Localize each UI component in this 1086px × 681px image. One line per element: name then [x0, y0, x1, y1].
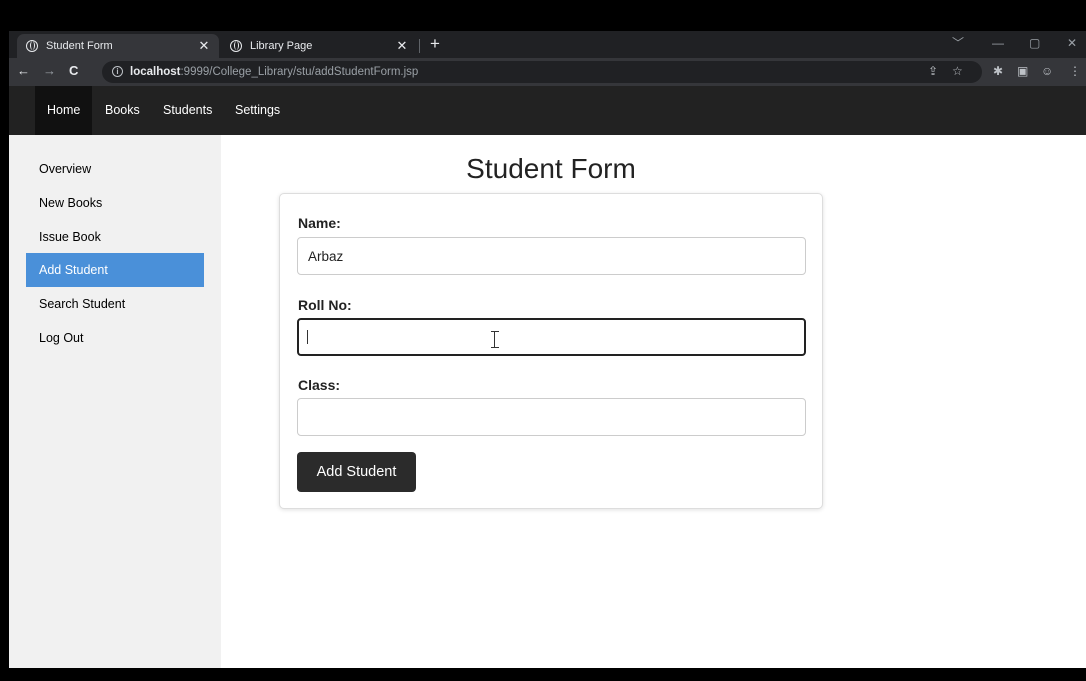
forward-arrow-icon[interactable]: →	[43, 63, 56, 79]
tab-student-form[interactable]: Student Form ✕	[17, 34, 219, 58]
globe-icon	[26, 40, 38, 52]
minimize-icon[interactable]: —	[992, 35, 1004, 51]
sidebar-item-log-out[interactable]: Log Out	[26, 321, 204, 355]
tab-strip: Student Form ✕ Library Page ✕ + ﹀ — ▢ ✕	[9, 31, 1086, 58]
add-student-button[interactable]: Add Student	[297, 452, 416, 492]
roll-no-label: Roll No:	[298, 297, 352, 313]
tab-library-page[interactable]: Library Page ✕	[221, 34, 417, 58]
new-tab-button[interactable]: +	[430, 34, 440, 54]
sidebar-item-overview[interactable]: Overview	[26, 152, 204, 186]
url-text[interactable]: localhost:9999/College_Library/stu/addSt…	[130, 65, 418, 79]
class-input[interactable]	[297, 398, 806, 436]
back-arrow-icon[interactable]: ←	[17, 63, 30, 79]
sidebar-item-issue-book[interactable]: Issue Book	[26, 220, 204, 254]
close-icon[interactable]: ✕	[197, 38, 211, 54]
side-panel-icon[interactable]: ▣	[1017, 64, 1028, 78]
class-label: Class:	[298, 377, 341, 393]
tab-separator	[419, 39, 420, 53]
tab-label: Student Form	[46, 40, 113, 52]
browser-window: Student Form ✕ Library Page ✕ + ﹀ — ▢ ✕ …	[9, 31, 1086, 668]
url-host: localhost	[130, 66, 181, 78]
close-icon[interactable]: ✕	[395, 38, 409, 54]
address-bar[interactable]: i localhost:9999/College_Library/stu/add…	[102, 61, 982, 83]
restore-icon[interactable]: ▢	[1029, 35, 1040, 51]
nav-settings[interactable]: Settings	[223, 86, 292, 135]
sidebar-item-search-student[interactable]: Search Student	[26, 287, 204, 321]
student-form-card: Name: Roll No: Class: Add Student	[279, 193, 823, 509]
browser-toolbar: ← → C i localhost:9999/College_Library/s…	[9, 58, 1086, 86]
nav-home[interactable]: Home	[35, 86, 93, 135]
page-title: Student Form	[466, 153, 636, 184]
tab-label: Library Page	[250, 40, 313, 52]
window-close-icon[interactable]: ✕	[1067, 35, 1077, 51]
nav-books[interactable]: Books	[93, 86, 152, 135]
roll-no-input[interactable]	[297, 318, 806, 356]
nav-students[interactable]: Students	[151, 86, 224, 135]
share-icon[interactable]: ⇪	[928, 64, 938, 78]
site-navbar: Home Books Students Settings	[9, 86, 1086, 135]
globe-icon	[230, 40, 242, 52]
name-label: Name:	[298, 215, 341, 231]
extensions-icon[interactable]: ✱	[993, 64, 1003, 78]
screen: Student Form ✕ Library Page ✕ + ﹀ — ▢ ✕ …	[0, 0, 1086, 681]
info-icon[interactable]: i	[112, 66, 123, 77]
tab-search-icon[interactable]: ﹀	[952, 35, 964, 51]
name-input[interactable]	[297, 237, 806, 275]
menu-dots-icon[interactable]: ⋮	[1069, 64, 1081, 78]
bookmark-star-icon[interactable]: ☆	[952, 64, 963, 78]
url-path: :9999/College_Library/stu/addStudentForm…	[180, 66, 419, 78]
sidebar: Overview New Books Issue Book Add Studen…	[9, 135, 221, 668]
text-caret	[307, 330, 308, 344]
profile-avatar-icon[interactable]: ☺	[1041, 64, 1053, 78]
ibeam-cursor-icon	[490, 330, 500, 350]
reload-icon[interactable]: C	[69, 63, 78, 79]
main-content: Student Form Name: Roll No: Class: Add S…	[221, 135, 1086, 668]
sidebar-item-add-student[interactable]: Add Student	[26, 253, 204, 287]
sidebar-item-new-books[interactable]: New Books	[26, 186, 204, 220]
